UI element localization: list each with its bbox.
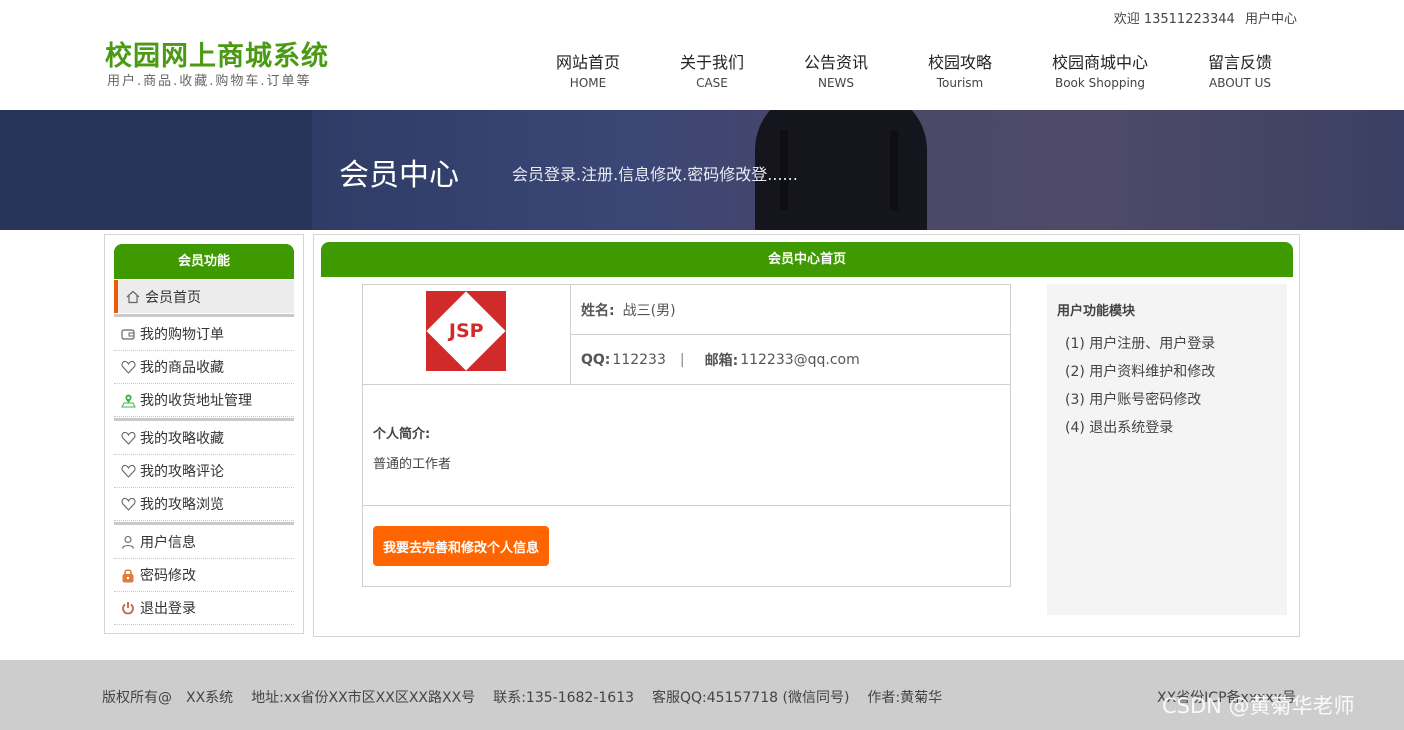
sidebar-divider: [114, 522, 294, 525]
nav-label: 关于我们: [680, 53, 745, 72]
avatar-text: JSP: [448, 320, 484, 342]
function-item: (2) 用户资料维护和修改: [1065, 364, 1216, 380]
nav-shopping[interactable]: 校园商城中心 Book Shopping: [1048, 52, 1152, 92]
name-row: 姓名: 战三(男): [571, 285, 1010, 335]
member-sidebar: 会员功能 会员首页 我的购物订单 我的商品收藏 我的收货地址管理 我的攻略收藏: [104, 234, 304, 634]
sidebar-item-orders[interactable]: 我的购物订单: [114, 318, 294, 351]
nav-label: 网站首页: [556, 53, 621, 72]
sidebar-item-label: 我的攻略评论: [140, 464, 224, 480]
home-icon: [125, 289, 141, 305]
nav-tourism[interactable]: 校园攻略 Tourism: [926, 52, 994, 92]
nav-sublabel: Book Shopping: [1054, 76, 1146, 90]
sidebar-item-product-favorites[interactable]: 我的商品收藏: [114, 351, 294, 384]
banner-title: 会员中心: [339, 158, 459, 193]
sidebar-item-guide-favorites[interactable]: 我的攻略收藏: [114, 422, 294, 455]
function-item: (3) 用户账号密码修改: [1065, 392, 1202, 408]
wallet-icon: [120, 326, 136, 342]
sidebar-divider: [114, 314, 294, 317]
lock-icon: [120, 567, 136, 583]
avatar: JSP: [426, 291, 506, 371]
sidebar-item-label: 用户信息: [140, 535, 196, 551]
member-main-panel: 会员中心首页 JSP 姓名: 战三(男) QQ: 112233 | 邮箱: 11…: [313, 234, 1300, 637]
nav-label: 校园商城中心: [1051, 53, 1148, 72]
location-icon: [120, 392, 136, 408]
jsp-logo-icon: JSP: [426, 291, 506, 371]
function-modules-panel: 用户功能模块 (1) 用户注册、用户登录 (2) 用户资料维护和修改 (3) 用…: [1047, 284, 1287, 615]
function-item: (1) 用户注册、用户登录: [1065, 336, 1216, 352]
sidebar-item-label: 我的攻略收藏: [140, 431, 224, 447]
nav-home[interactable]: 网站首页 HOME: [556, 52, 620, 92]
nav-sublabel: CASE: [696, 76, 728, 90]
sidebar-item-guide-history[interactable]: 我的攻略浏览: [114, 488, 294, 521]
footer-contact: 联系:135-1682-1613: [493, 690, 635, 706]
footer-author: 作者:黄菊华: [867, 690, 943, 706]
csdn-watermark: CSDN @黄菊华老师: [1162, 694, 1355, 718]
sidebar-divider: [114, 418, 294, 421]
page-banner: 会员中心 会员登录.注册.信息修改.密码修改登......: [0, 110, 1404, 230]
qq-label: QQ:: [581, 351, 611, 368]
nav-about[interactable]: 关于我们 CASE: [680, 52, 744, 92]
heart-icon: [120, 463, 136, 479]
intro-cell: 个人简介: 普通的工作者: [363, 385, 1010, 506]
banner-left-panel: [0, 110, 312, 230]
sidebar-item-guide-comments[interactable]: 我的攻略评论: [114, 455, 294, 488]
welcome-bar: 欢迎 13511223344 用户中心: [1108, 8, 1297, 27]
footer-system: XX系统: [186, 690, 234, 706]
contact-row: QQ: 112233 | 邮箱: 112233@qq.com: [571, 335, 1010, 385]
function-item: (4) 退出系统登录: [1065, 420, 1174, 436]
sidebar-title: 会员功能: [114, 244, 294, 279]
sidebar-item-label: 密码修改: [140, 568, 196, 584]
name-label: 姓名:: [581, 302, 615, 319]
name-value: 战三(男): [622, 302, 676, 319]
nav-sublabel: Tourism: [936, 76, 984, 90]
avatar-cell: JSP: [363, 285, 571, 385]
separator: |: [679, 351, 685, 368]
sidebar-item-label: 我的购物订单: [140, 327, 224, 343]
intro-label: 个人简介:: [373, 427, 431, 442]
site-header: 欢迎 13511223344 用户中心 校园网上商城系统 用户.商品.收藏.购物…: [0, 0, 1404, 110]
main-title: 会员中心首页: [321, 242, 1293, 277]
footer-info: 版权所有@ XX系统 地址:xx省份XX市区XX区XX路XX号 联系:135-1682…: [102, 687, 960, 707]
nav-sublabel: ABOUT US: [1208, 76, 1271, 90]
sidebar-item-label: 我的商品收藏: [140, 360, 224, 376]
email-value: 112233@qq.com: [740, 351, 860, 368]
sidebar-item-password[interactable]: 密码修改: [114, 559, 294, 592]
banner-person-arm: [890, 130, 898, 210]
edit-profile-button[interactable]: 我要去完善和修改个人信息: [373, 526, 550, 566]
profile-table: JSP 姓名: 战三(男) QQ: 112233 | 邮箱: 112233@qq…: [362, 284, 1011, 587]
heart-icon: [120, 496, 136, 512]
intro-text: 普通的工作者: [373, 457, 452, 472]
nav-sublabel: HOME: [569, 76, 607, 90]
nav-sublabel: NEWS: [817, 76, 855, 90]
sidebar-item-label: 我的攻略浏览: [140, 497, 224, 513]
sidebar-item-member-home[interactable]: 会员首页: [114, 280, 294, 313]
heart-icon: [120, 359, 136, 375]
banner-description: 会员登录.注册.信息修改.密码修改登......: [512, 165, 798, 184]
sidebar-item-user-info[interactable]: 用户信息: [114, 526, 294, 559]
footer-copyright: 版权所有@: [102, 690, 172, 706]
heart-icon: [120, 430, 136, 446]
sidebar-item-label: 我的收货地址管理: [140, 393, 252, 409]
sidebar-item-label: 退出登录: [140, 601, 196, 617]
email-label: 邮箱:: [704, 352, 739, 369]
main-nav: 网站首页 HOME 关于我们 CASE 公告资讯 NEWS 校园攻略 Touri…: [0, 52, 1404, 98]
sidebar-item-address[interactable]: 我的收货地址管理: [114, 384, 294, 417]
nav-news[interactable]: 公告资讯 NEWS: [804, 52, 868, 92]
sidebar-item-logout[interactable]: 退出登录: [114, 592, 294, 625]
welcome-text: 欢迎 13511223344: [1113, 12, 1235, 27]
nav-label: 校园攻略: [927, 53, 992, 72]
user-center-link[interactable]: 用户中心: [1245, 12, 1297, 27]
nav-label: 留言反馈: [1207, 53, 1272, 72]
function-modules-title: 用户功能模块: [1057, 304, 1136, 319]
nav-feedback[interactable]: 留言反馈 ABOUT US: [1204, 52, 1276, 92]
footer-qq: 客服QQ:45157718 (微信同号): [652, 690, 850, 706]
user-icon: [120, 534, 136, 550]
footer-address: 地址:xx省份XX市区XX区XX路XX号: [251, 690, 476, 706]
power-icon: [120, 600, 136, 616]
qq-value: 112233: [612, 351, 666, 368]
sidebar-item-label: 会员首页: [145, 289, 201, 306]
nav-label: 公告资讯: [804, 53, 869, 72]
